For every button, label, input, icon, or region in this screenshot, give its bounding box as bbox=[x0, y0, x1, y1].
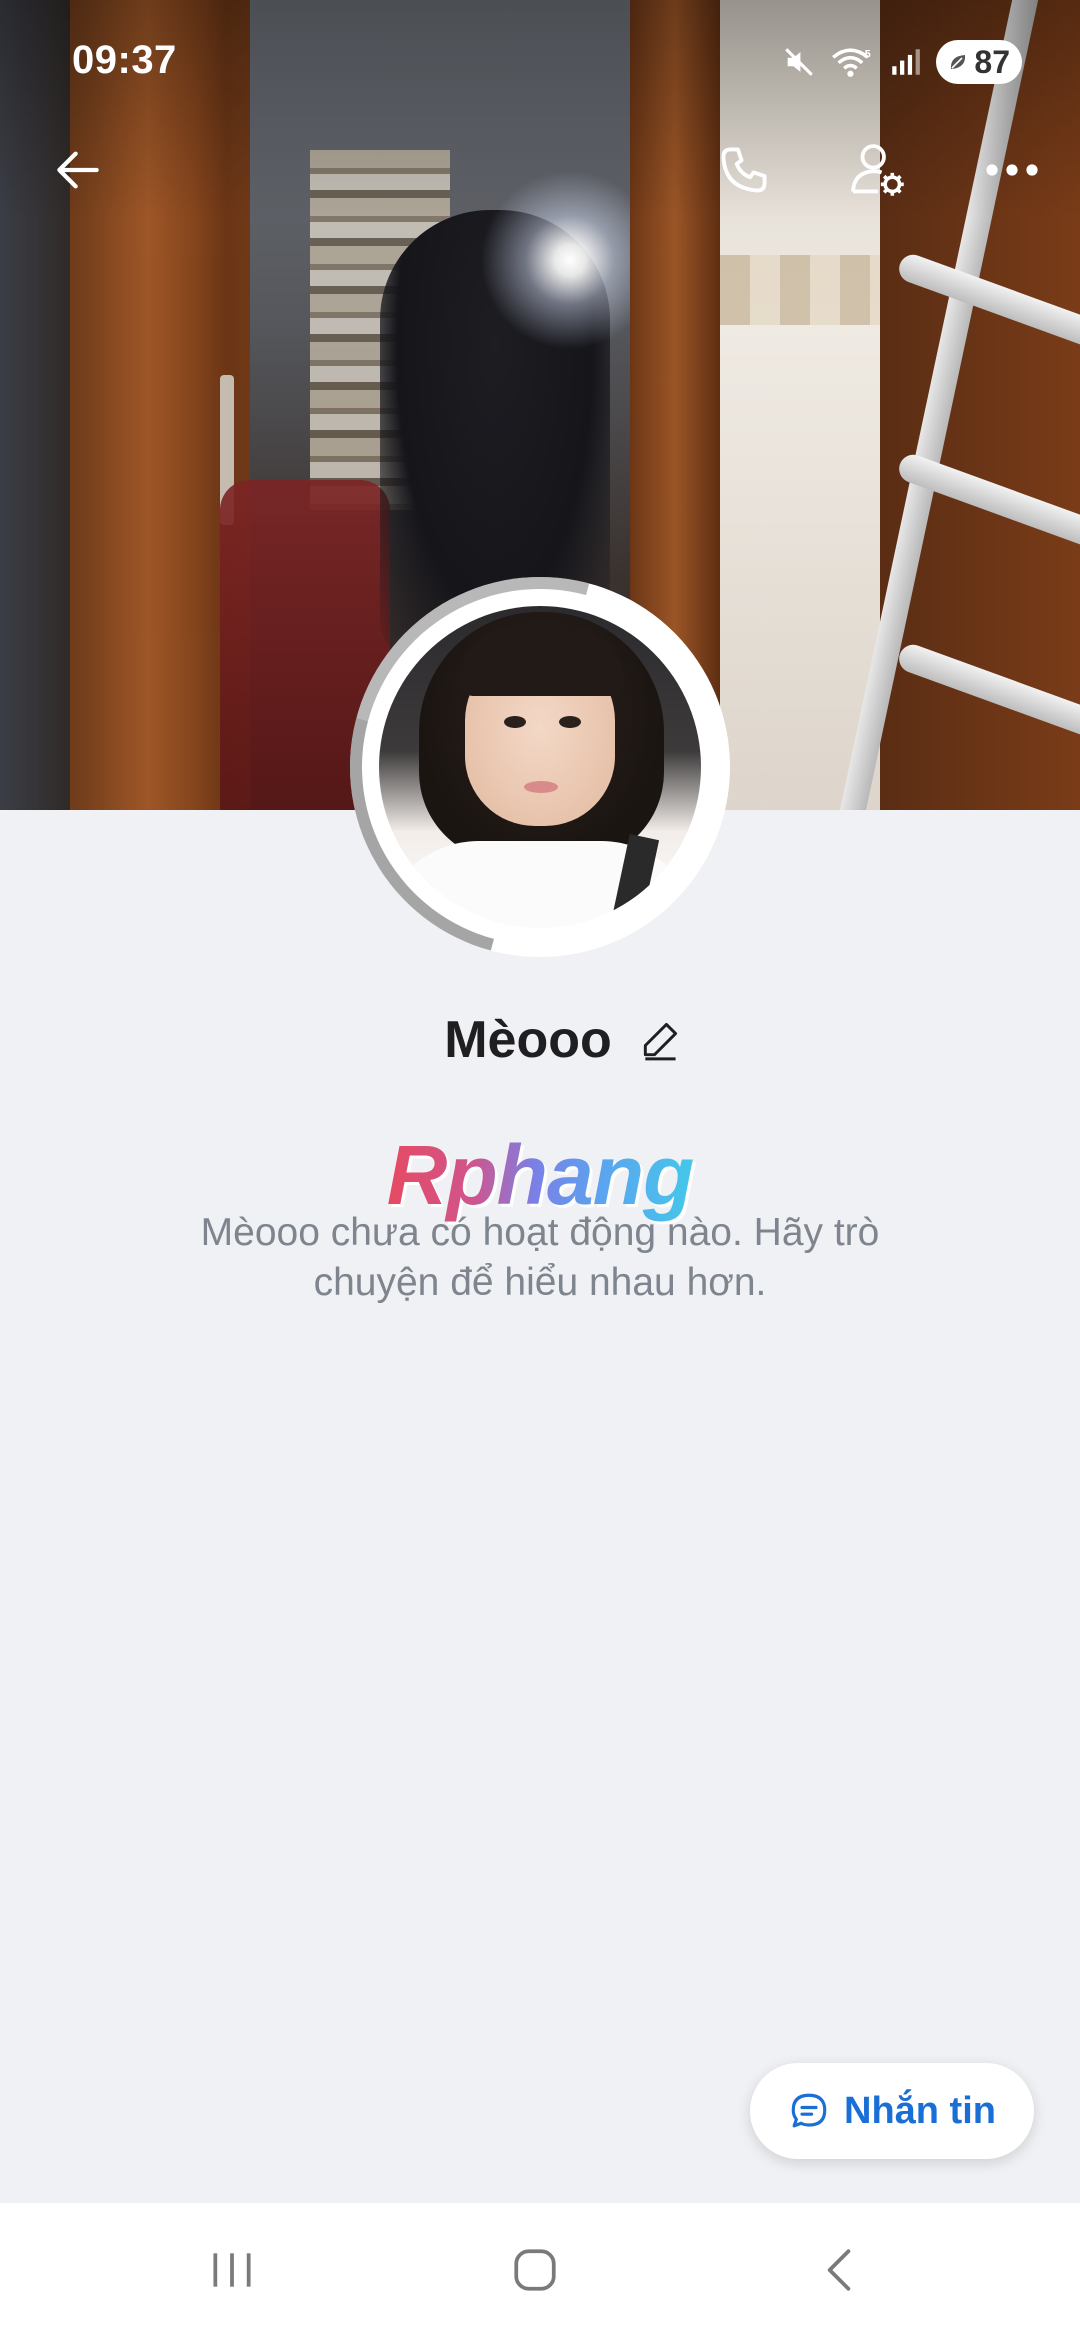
battery-level: 87 bbox=[974, 43, 1010, 80]
battery-indicator: 87 bbox=[936, 40, 1022, 84]
svg-text:5: 5 bbox=[865, 48, 871, 60]
call-button[interactable] bbox=[702, 128, 786, 212]
profile-name: Mèooo bbox=[444, 1011, 612, 1069]
home-icon bbox=[514, 2249, 556, 2291]
back-icon bbox=[827, 2249, 851, 2291]
recent-apps-icon bbox=[213, 2253, 251, 2287]
user-settings-icon bbox=[851, 144, 904, 196]
send-message-button[interactable]: Nhắn tin bbox=[750, 2063, 1034, 2159]
mute-icon bbox=[785, 48, 814, 76]
more-dots-icon bbox=[986, 164, 1038, 176]
edit-name-button[interactable] bbox=[636, 1016, 684, 1064]
system-back-button[interactable] bbox=[778, 2225, 898, 2315]
profile-action-bar bbox=[0, 120, 1080, 220]
wifi-icon: 5 bbox=[832, 48, 871, 77]
signal-icon bbox=[892, 49, 921, 75]
send-message-label: Nhắn tin bbox=[844, 2089, 996, 2132]
battery-saver-icon bbox=[951, 55, 966, 69]
arrow-left-icon bbox=[57, 151, 99, 189]
more-options-button[interactable] bbox=[970, 128, 1054, 212]
pencil-icon bbox=[643, 1022, 677, 1061]
profile-settings-button[interactable] bbox=[836, 128, 920, 212]
profile-screen: 09:37 5 87 Mèooo Rphang Mèooo chưa có ho… bbox=[0, 0, 1080, 2340]
status-time: 09:37 bbox=[72, 38, 177, 82]
chat-bubble-icon bbox=[791, 2093, 827, 2128]
status-icons: 5 87 bbox=[782, 40, 1022, 84]
empty-activity-message: Mèooo chưa có hoạt động nào. Hãy trò chu… bbox=[200, 1211, 880, 1304]
back-button[interactable] bbox=[36, 128, 120, 212]
profile-name-row: Mèooo bbox=[0, 1000, 1080, 1080]
status-bar: 09:37 5 87 bbox=[0, 0, 1080, 120]
home-button[interactable] bbox=[475, 2225, 595, 2315]
recent-apps-button[interactable] bbox=[172, 2225, 292, 2315]
system-nav-bar bbox=[0, 2203, 1080, 2340]
phone-icon bbox=[721, 147, 767, 193]
